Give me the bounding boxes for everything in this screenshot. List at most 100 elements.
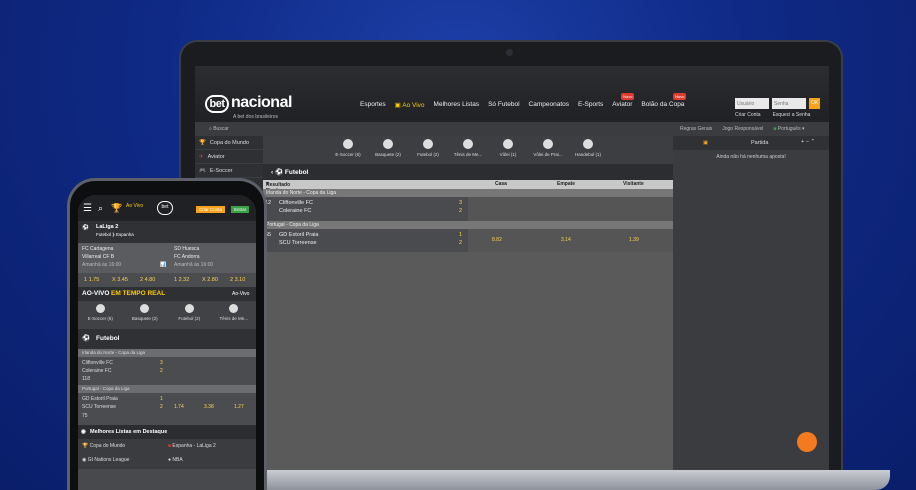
odds-row: 1 1.75 X 3.45 2 4.80 1 2.32 X 2.80 2 3.1…	[78, 273, 256, 287]
sidebar-item-esoccer[interactable]: 🎮 E-Soccer	[195, 164, 263, 178]
volleyball-icon	[503, 139, 513, 149]
list-item[interactable]: ● NBA	[168, 457, 183, 463]
site-logo[interactable]: bet nacional	[205, 94, 292, 113]
tagline: A bet dos brasileiros	[233, 114, 279, 120]
sport-esoccer[interactable]: E-Soccer (6)	[330, 139, 366, 164]
phone-frame: ☰ ⌕ 🏆 Ao Vivo bet Criar Conta Entrar ⚽ L…	[67, 178, 267, 490]
league-card-header: ⚽ LaLiga 2 Futebol ⟫ Espanha	[78, 221, 256, 243]
site-header: bet nacional A bet dos brasileiros Esport…	[195, 66, 829, 122]
username-input[interactable]	[735, 98, 769, 109]
match-row[interactable]: Cliftonville FC Coleraine FC 118 3 2	[78, 357, 256, 385]
nav-so-futebol[interactable]: Só Futebol	[488, 101, 519, 109]
league-header: Irlanda do Norte - Copa da Liga	[78, 349, 256, 357]
create-account-link[interactable]: Criar Conta	[735, 112, 761, 118]
gamepad-icon: 🎮	[199, 167, 206, 174]
gamepad-icon	[343, 139, 353, 149]
odd-button[interactable]: 1 2.32	[174, 277, 189, 283]
odd-button[interactable]: 1.27	[234, 404, 244, 410]
football-icon: ⚽	[82, 335, 91, 342]
odd-button[interactable]: 2 4.80	[140, 277, 155, 283]
chat-button[interactable]	[797, 432, 817, 452]
new-badge: Novo	[621, 93, 635, 100]
main-nav: Esportes ▣ Ao Vivo Melhores Listas Só Fu…	[360, 93, 687, 109]
camera	[506, 49, 513, 56]
nav-melhores-listas[interactable]: Melhores Listas	[434, 101, 480, 109]
match-row[interactable]: 12 Cliftonville FC Coleraine FC 3 2	[263, 197, 468, 221]
phone-header: ☰ ⌕ 🏆 Ao Vivo bet Criar Conta Entrar	[78, 195, 256, 221]
plane-icon: ✈	[199, 153, 204, 160]
list-item[interactable]: ◉ Gt Nations League	[82, 457, 129, 463]
rules-link[interactable]: Regras Gerais	[680, 126, 712, 132]
match-row[interactable]: GD Estoril Praia SCU Torreense 75 1 2 1.…	[78, 393, 256, 425]
globe-icon: ◉	[81, 429, 86, 435]
sport-tenis-mesa[interactable]: Tênis de Me...	[450, 139, 486, 164]
sport-volei[interactable]: Vôlei (1)	[490, 139, 526, 164]
trophy-icon[interactable]: 🏆	[111, 203, 122, 214]
odd-empate[interactable]: 3.14	[561, 237, 571, 243]
ao-vivo-header: AO-VIVO EM TEMPO REAL Ao-Vivo	[78, 287, 256, 301]
odd-button[interactable]: 1 1.75	[84, 277, 99, 283]
sub-bar: ⌕ Buscar Regras Gerais Jogo Responsável …	[195, 122, 829, 136]
forgot-password-link[interactable]: Esqueci a Senha	[773, 112, 811, 118]
sidebar-item-copa[interactable]: 🏆 Copa do Mundo	[195, 136, 263, 150]
nav-ao-vivo[interactable]: ▣ Ao Vivo	[395, 101, 425, 109]
football-icon	[184, 304, 194, 313]
nav-e-sports[interactable]: E-Sports	[578, 101, 603, 109]
odd-button[interactable]: X 3.45	[112, 277, 128, 283]
featured-lists: 🏆 Copa do Mundo ■ Espanha - LaLiga 2 ◉ G…	[78, 439, 256, 469]
pingpong-icon	[463, 139, 473, 149]
content-area	[263, 252, 673, 476]
league-header: Portugal - Copa da Liga	[78, 385, 256, 393]
live-link[interactable]: Ao Vivo	[126, 203, 143, 209]
odd-button[interactable]: 2 3.10	[230, 277, 245, 283]
section-title: ‹ ⚽ Futebol	[263, 164, 673, 180]
beach-volleyball-icon	[543, 139, 553, 149]
language-select[interactable]: ■ Português ▾	[773, 126, 804, 132]
sport-basquete[interactable]: Basquete (2)	[123, 301, 168, 329]
nav-esportes[interactable]: Esportes	[360, 101, 386, 109]
enter-button[interactable]: Entrar	[231, 206, 250, 213]
odd-button[interactable]: 3.38	[204, 404, 214, 410]
odd-casa[interactable]: 8.82	[492, 237, 502, 243]
responsible-link[interactable]: Jogo Responsável	[722, 126, 763, 132]
new-badge: Novo	[673, 93, 687, 100]
betslip-panel: ▣ Partida + − ⌃ Ainda não há nenhuma apo…	[673, 136, 829, 476]
league-header: Irlanda do Norte - Copa da Liga	[263, 189, 673, 197]
sports-bar: E-Soccer (6) Basquete (2) Futebol (2) Tê…	[263, 136, 673, 164]
phone-sports-bar: E-Soccer (6) Basquete (2) Futebol (2) Tê…	[78, 301, 256, 329]
create-account-button[interactable]: Criar Conta	[196, 206, 226, 213]
featured-lists-header: ◉ Melhores Listas em Destaque	[78, 425, 256, 439]
event-card[interactable]: FC Cartagena Villarreal CF B Amanhã às 1…	[78, 243, 256, 273]
password-input[interactable]	[772, 98, 806, 109]
sport-futebol[interactable]: Futebol (2)	[410, 139, 446, 164]
sidebar-item-aviator[interactable]: ✈ Aviator	[195, 150, 263, 164]
search-icon[interactable]: ⌕	[98, 203, 103, 214]
login-form: OK	[735, 98, 820, 109]
list-item[interactable]: ■ Espanha - LaLiga 2	[168, 443, 216, 449]
menu-icon[interactable]: ☰	[83, 203, 92, 214]
sport-basquete[interactable]: Basquete (2)	[370, 139, 406, 164]
nav-aviator[interactable]: Aviator Novo	[612, 93, 635, 109]
nav-bolao[interactable]: Bolão da Copa Novo	[641, 93, 687, 109]
ok-button[interactable]: OK	[809, 98, 820, 109]
odd-visitante[interactable]: 1.39	[629, 237, 639, 243]
odd-button[interactable]: 1.74	[174, 404, 184, 410]
odd-button[interactable]: X 2.80	[202, 277, 218, 283]
market-select[interactable]: Resultado Final ▾	[266, 181, 290, 194]
ao-vivo-link[interactable]: Ao-Vivo	[232, 291, 249, 297]
match-row[interactable]: 55 GD Estoril Praia SCU Torreense 1 2	[263, 229, 468, 252]
sport-volei-praia[interactable]: Vôlei de Prai...	[530, 139, 566, 164]
tab-partida[interactable]: Partida	[751, 140, 768, 146]
sport-tenis-mesa[interactable]: Tênis de Me...	[212, 301, 257, 329]
search-input[interactable]: ⌕ Buscar	[209, 126, 229, 132]
phone-logo[interactable]: bet	[157, 201, 173, 215]
nav-campeonatos[interactable]: Campeonatos	[529, 101, 569, 109]
sport-handebol[interactable]: Handebol (1)	[570, 139, 606, 164]
betslip-controls[interactable]: + − ⌃	[801, 139, 815, 145]
sport-esoccer[interactable]: E-Soccer (6)	[78, 301, 123, 329]
laptop-screen: bet nacional A bet dos brasileiros Esport…	[195, 66, 829, 476]
football-icon	[423, 139, 433, 149]
sport-futebol[interactable]: Futebol (2)	[167, 301, 212, 329]
laptop-frame: bet nacional A bet dos brasileiros Esport…	[179, 40, 843, 490]
list-item[interactable]: 🏆 Copa do Mundo	[82, 443, 125, 449]
